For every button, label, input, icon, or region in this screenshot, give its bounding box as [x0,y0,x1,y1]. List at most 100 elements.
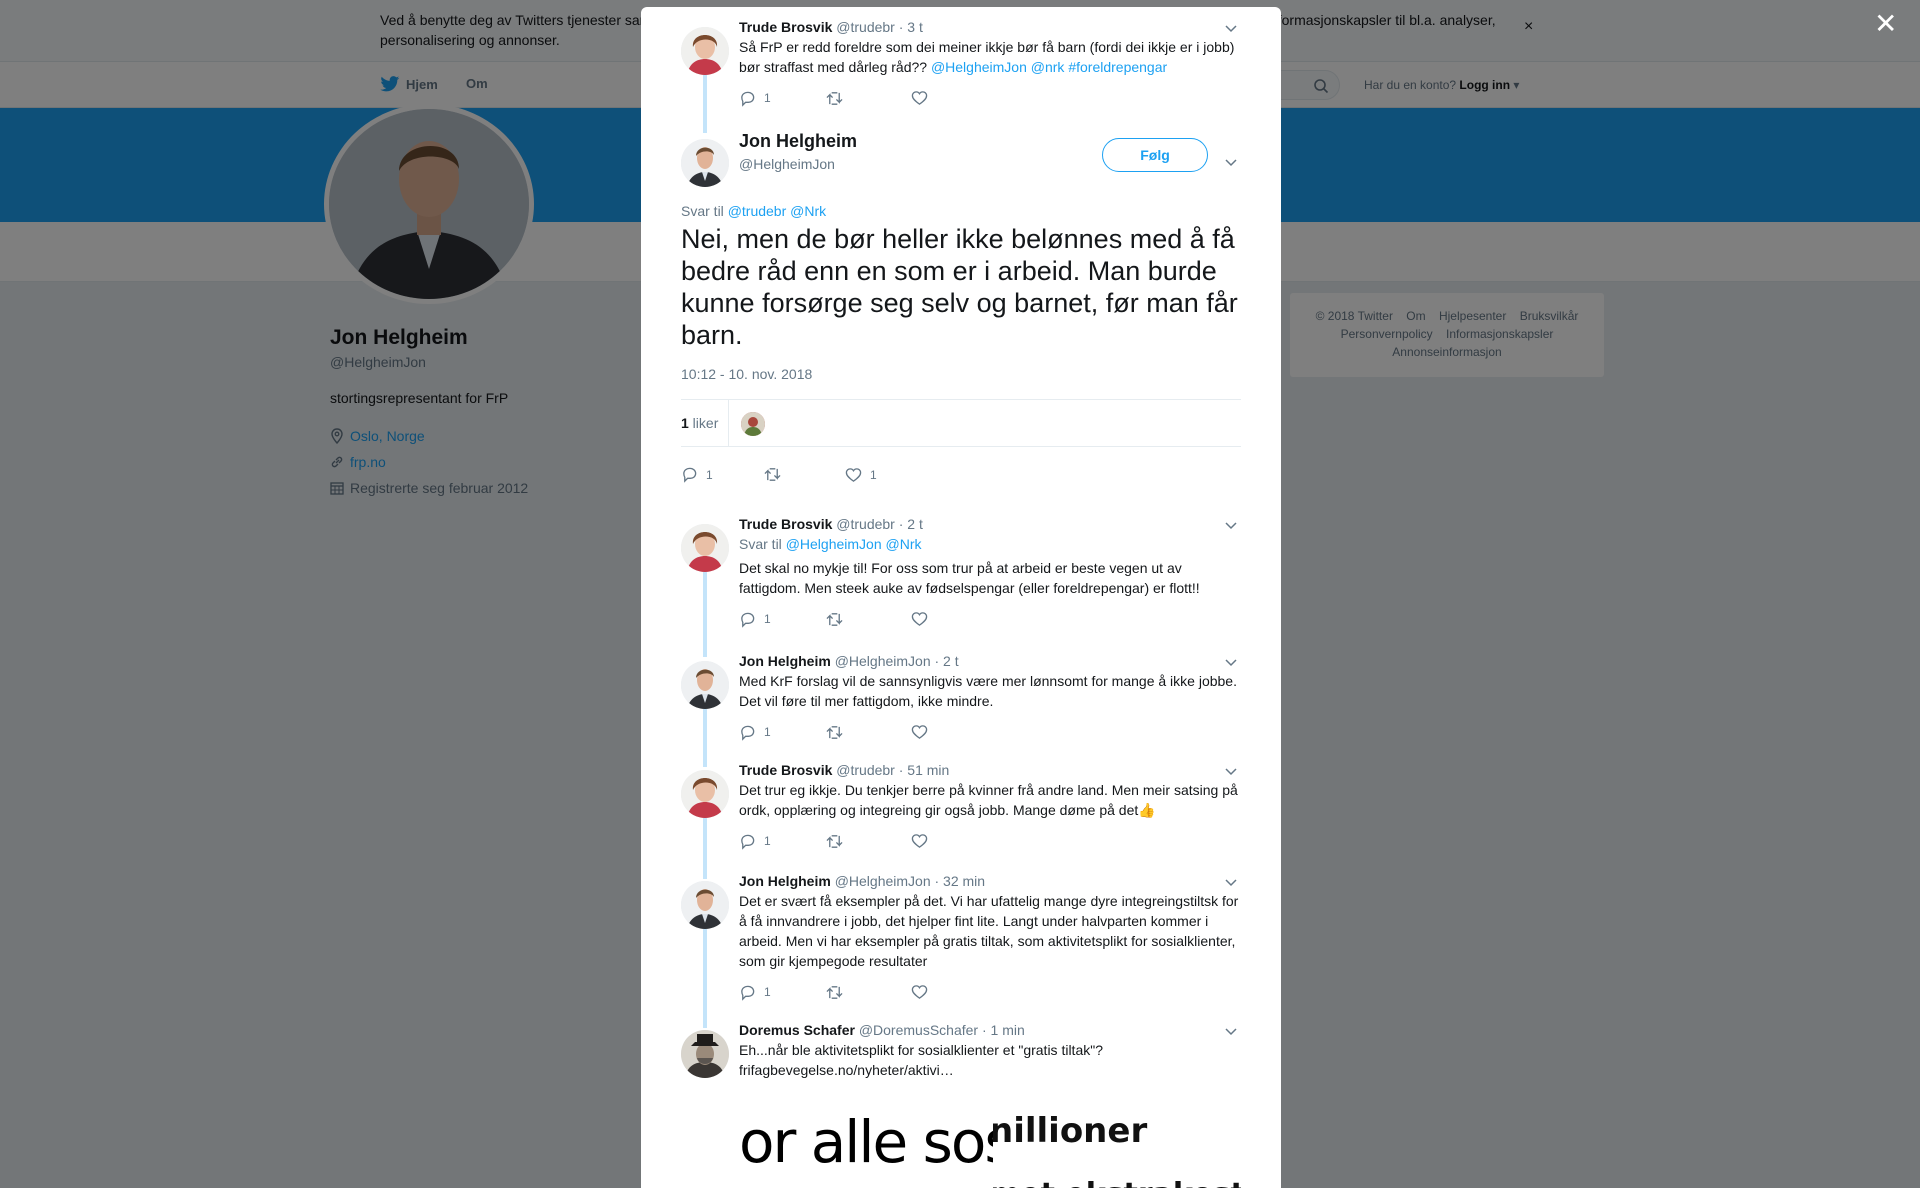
chevron-down-icon[interactable] [1221,19,1241,39]
media-image-right: nillioner met ekstrakostn [993,1097,1241,1188]
retweet-icon [826,91,843,105]
heart-icon [845,467,862,482]
tweet-text: Det er svært få eksempler på det. Vi har… [739,893,1239,969]
heart-icon [911,985,928,999]
avatar[interactable] [681,770,729,818]
tweet-actions: 1 [739,89,1241,107]
like-button[interactable] [911,833,997,849]
tweet-author-name[interactable]: Trude Brosvik [739,516,832,532]
likes-label: liker [688,415,719,431]
like-button[interactable] [911,611,997,627]
reply-tweet[interactable]: Jon Helgheim @HelgheimJon · 32 min Det e… [681,873,1241,1013]
tweet-author-handle[interactable]: @DoremusSchafer [859,1022,978,1038]
avatar[interactable] [681,661,729,709]
chevron-down-icon[interactable] [1221,873,1241,893]
tweet-time[interactable]: · 32 min [935,873,986,889]
parent-tweet[interactable]: Trude Brosvik @trudebr · 3 t Så FrP er r… [681,19,1241,119]
avatar[interactable] [681,881,729,929]
reply-button[interactable]: 1 [739,90,825,107]
retweet-button[interactable] [763,466,845,483]
retweet-icon [826,985,843,999]
tweet-author-handle[interactable]: @HelgheimJon [835,653,931,669]
reply-tweet[interactable]: Doremus Schafer @DoremusSchafer · 1 min … [681,1022,1241,1102]
heart-icon [911,612,928,626]
reply-icon [741,985,755,1001]
like-button[interactable] [911,724,997,740]
tweet-author-name[interactable]: Jon Helgheim [739,873,831,889]
tweet-media-preview[interactable]: or alle sosia nillioner met ekstrakostn [739,1097,1241,1188]
reply-button[interactable]: 1 [739,611,825,628]
like-count: 1 [870,467,877,482]
tweet-author-name[interactable]: Trude Brosvik [739,762,832,778]
reply-count: 1 [764,725,771,739]
main-tweet-text: Nei, men de bør heller ikke belønnes med… [681,224,1238,350]
reply-count: 1 [764,91,771,105]
heart-icon [911,834,928,848]
avatar[interactable] [681,524,729,572]
tweet-author-handle[interactable]: @trudebr [836,19,895,35]
retweet-button[interactable] [825,724,911,741]
tweet-mentions[interactable]: @HelgheimJon @nrk #foreldrepengar [931,59,1167,75]
retweet-button[interactable] [825,833,911,850]
reply-tweet[interactable]: Trude Brosvik @trudebr · 51 min Det trur… [681,762,1241,862]
tweet-time[interactable]: · 51 min [899,762,950,778]
reply-button[interactable]: 1 [739,724,825,741]
like-button[interactable] [911,984,997,1000]
avatar[interactable] [681,139,729,187]
media-image-left: or alle sosia [739,1108,993,1176]
reply-context: Svar til @HelgheimJon @Nrk [739,536,1241,552]
reply-prefix: Svar til [681,203,728,219]
retweet-icon [826,834,843,848]
like-button[interactable] [911,90,997,106]
tweet-time[interactable]: · 1 min [982,1022,1025,1038]
retweet-button[interactable] [825,984,911,1001]
reply-count: 1 [764,834,771,848]
tweet-author-handle[interactable]: @trudebr [836,762,895,778]
reply-to-mentions[interactable]: @trudebr @Nrk [728,203,826,219]
tweet-author-name[interactable]: Trude Brosvik [739,19,832,35]
retweet-button[interactable] [825,611,911,628]
heart-icon [911,725,928,739]
retweet-icon [826,612,843,626]
reply-to-mentions[interactable]: @HelgheimJon @Nrk [786,536,922,552]
chevron-down-icon[interactable] [1221,762,1241,782]
reply-tweet[interactable]: Trude Brosvik @trudebr · 2 t Svar til @H… [681,516,1241,646]
reply-button[interactable]: 1 [681,466,763,483]
reply-context: Svar til @trudebr @Nrk [681,203,826,219]
media-right-text-2: met ekstrakostn [993,1177,1241,1188]
tweet-time[interactable]: · 3 t [899,19,923,35]
like-button[interactable]: 1 [845,467,927,483]
heart-icon [911,91,928,105]
tweet-author-handle[interactable]: @trudebr [836,516,895,532]
reply-icon [683,467,697,483]
tweet-time[interactable]: · 2 t [935,653,959,669]
avatar[interactable] [681,27,729,75]
retweet-icon [764,468,781,481]
likes-count[interactable]: 1 liker [681,415,718,431]
likes-stats: 1 liker [681,399,1241,447]
likes-number: 1 [681,415,689,431]
tweet-author-name[interactable]: Jon Helgheim [739,653,831,669]
tweet-author-handle[interactable]: @HelgheimJon [835,873,931,889]
reply-icon [741,91,755,107]
close-icon[interactable]: ✕ [1874,10,1898,40]
chevron-down-icon[interactable] [1221,153,1241,173]
chevron-down-icon[interactable] [1221,653,1241,673]
chevron-down-icon[interactable] [1221,516,1241,536]
follow-button[interactable]: Følg [1102,138,1208,172]
main-tweet-timestamp[interactable]: 10:12 - 10. nov. 2018 [681,366,812,382]
retweet-button[interactable] [825,90,911,107]
tweet-text: Så FrP er redd foreldre som dei meiner i… [739,37,1241,77]
reply-button[interactable]: 1 [739,984,825,1001]
chevron-down-icon[interactable] [1221,1022,1241,1042]
tweet-text: Med KrF forslag vil de sannsynligvis vær… [739,673,1237,709]
thumbs-up-emoji: 👍 [1138,802,1156,818]
avatar[interactable] [681,1030,729,1078]
tweet-link[interactable]: frifagbevegelse.no/nyheter/aktivi… [739,1060,1241,1080]
reply-tweet[interactable]: Jon Helgheim @HelgheimJon · 2 t Med KrF … [681,653,1241,753]
reply-button[interactable]: 1 [739,833,825,850]
tweet-time[interactable]: · 2 t [899,516,923,532]
liker-avatar[interactable] [741,412,765,436]
tweet-author-name[interactable]: Doremus Schafer [739,1022,855,1038]
reply-icon [741,612,755,628]
